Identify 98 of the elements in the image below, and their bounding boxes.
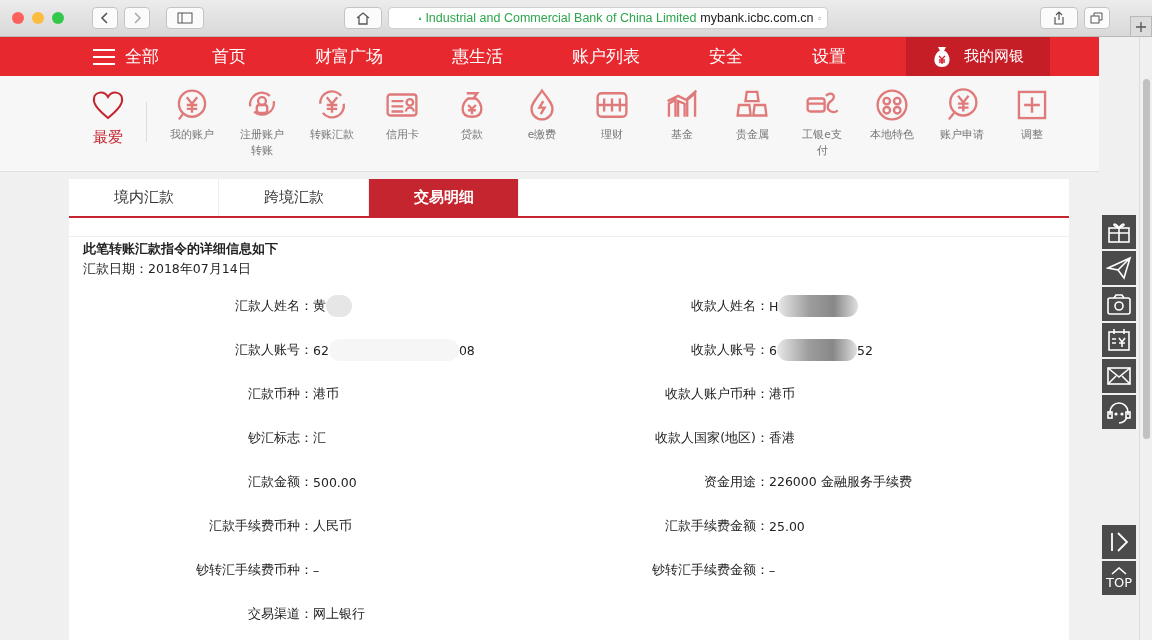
field-label: 收款人姓名：	[690, 297, 769, 315]
field-value: –	[313, 562, 320, 578]
detail-heading: 此笔转账汇款指令的详细信息如下	[83, 241, 279, 258]
field-value: 网上银行	[313, 605, 365, 623]
favorites-button[interactable]: 最爱	[88, 88, 128, 147]
caret-icon	[1109, 567, 1129, 575]
shortcut-icon	[1015, 88, 1049, 122]
nav-tab[interactable]: 账户列表	[572, 37, 640, 76]
field-label: 汇款人姓名：	[234, 297, 313, 315]
sidebar-button[interactable]	[166, 7, 204, 29]
field-value: 08	[458, 342, 475, 358]
field-value: 500.00	[313, 474, 357, 490]
nav-tab[interactable]: 财富广场	[315, 37, 383, 76]
field-value: 226000 金融服务手续费	[769, 473, 912, 491]
my-banking-link[interactable]: 我的网银	[964, 47, 1024, 66]
share-button[interactable]	[1040, 7, 1078, 29]
back-to-top-button[interactable]: TOP	[1102, 561, 1136, 595]
shortcut-button[interactable]: 调整	[997, 88, 1067, 143]
menu-icon	[93, 47, 115, 66]
shortcut-button[interactable]: 基金	[647, 88, 717, 143]
field-label: 资金用途：	[703, 473, 769, 491]
calendar-button[interactable]	[1102, 323, 1136, 357]
envelope-button[interactable]	[1102, 359, 1136, 393]
nav-tab[interactable]: 惠生活	[452, 37, 503, 76]
paper-plane-icon	[1106, 255, 1132, 281]
tab[interactable]: 交易明细	[369, 179, 519, 216]
shortcut-button[interactable]: 本地特色	[857, 88, 927, 143]
shortcut-icon	[175, 88, 209, 122]
home-icon	[355, 11, 371, 25]
shortcut-button[interactable]: 贵金属	[717, 88, 787, 143]
field-label: 汇款币种：	[247, 385, 313, 403]
field-value: 港币	[313, 385, 339, 403]
calendar-icon	[1106, 327, 1132, 353]
field-value: 黄	[313, 297, 326, 315]
close-window-button[interactable]	[12, 12, 24, 24]
money-bag-icon	[932, 45, 952, 68]
plus-icon	[1135, 20, 1147, 33]
nav-tab[interactable]: 安全	[709, 37, 743, 76]
headset-button[interactable]	[1102, 395, 1136, 429]
shortcut-button[interactable]: 理财	[577, 88, 647, 143]
address-bar[interactable]: Industrial and Commercial Bank of China Limited mybank.icbc.com.cn	[388, 7, 828, 29]
menu-button[interactable]: 全部	[93, 37, 159, 76]
shortcut-button[interactable]: 转账汇款	[297, 88, 367, 143]
collapse-button[interactable]	[1102, 525, 1136, 559]
back-button[interactable]	[92, 7, 118, 29]
field-value: 汇	[313, 429, 326, 447]
field-label: 收款人国家(地区)：	[654, 429, 769, 447]
tabs-icon	[1090, 12, 1104, 24]
field-label: 收款人账户币种：	[664, 385, 769, 403]
field-value: 25.00	[769, 518, 805, 534]
shortcut-button[interactable]: e缴费	[507, 88, 577, 143]
heart-icon	[92, 90, 124, 120]
field-label: 交易渠道：	[247, 605, 313, 623]
date-value: 2018年07月14日	[148, 261, 251, 278]
shortcut-button[interactable]: 工银e支付	[787, 88, 857, 159]
field-label: 钞转汇手续费币种：	[195, 561, 313, 579]
scrollbar-thumb[interactable]	[1142, 79, 1150, 439]
chevron-left-icon	[100, 11, 110, 25]
field-value: 香港	[769, 429, 795, 447]
shortcut-button[interactable]: 我的账户	[157, 88, 227, 143]
field-label: 收款人账号：	[690, 341, 769, 359]
date-label: 汇款日期：	[83, 261, 148, 278]
field-label: 钞转汇手续费金额：	[651, 561, 769, 579]
field-value: 52	[856, 342, 873, 358]
url-text: mybank.icbc.com.cn	[700, 11, 814, 25]
shortcut-button[interactable]: 信用卡	[367, 88, 437, 143]
nav-tab[interactable]: 首页	[212, 37, 246, 76]
field-value: H	[769, 298, 779, 314]
chevron-right-icon	[132, 11, 142, 25]
field-label: 钞汇标志：	[247, 429, 313, 447]
shortcut-button[interactable]: 注册账户转账	[227, 88, 297, 159]
field-value: –	[769, 562, 776, 578]
share-icon	[1053, 11, 1065, 25]
shortcut-icon	[945, 88, 979, 122]
forward-button[interactable]	[124, 7, 150, 29]
field-value: 港币	[769, 385, 795, 403]
field-value: 62	[313, 342, 329, 358]
tabs-button[interactable]	[1084, 7, 1110, 29]
field-label: 汇款人账号：	[234, 341, 313, 359]
shortcut-icon	[875, 88, 909, 122]
paper-plane-button[interactable]	[1102, 251, 1136, 285]
shortcut-button[interactable]: 贷款	[437, 88, 507, 143]
nav-tab[interactable]: 设置	[812, 37, 846, 76]
zoom-window-button[interactable]	[52, 12, 64, 24]
field-label: 汇款手续费金额：	[664, 517, 769, 535]
field-value: 6	[769, 342, 777, 358]
camera-button[interactable]	[1102, 287, 1136, 321]
home-button[interactable]	[344, 7, 382, 29]
field-value: 人民币	[313, 517, 352, 535]
sidebar-icon	[177, 12, 193, 24]
new-tab-button[interactable]	[1130, 16, 1152, 37]
site-name: Industrial and Commercial Bank of China Limited	[425, 11, 697, 25]
camera-icon	[1106, 291, 1132, 317]
gift-button[interactable]	[1102, 215, 1136, 249]
field-label: 汇款金额：	[247, 473, 313, 491]
headset-icon	[1106, 399, 1132, 425]
field-label: 汇款手续费币种：	[208, 517, 313, 535]
shortcut-button[interactable]: 账户申请	[927, 88, 997, 143]
